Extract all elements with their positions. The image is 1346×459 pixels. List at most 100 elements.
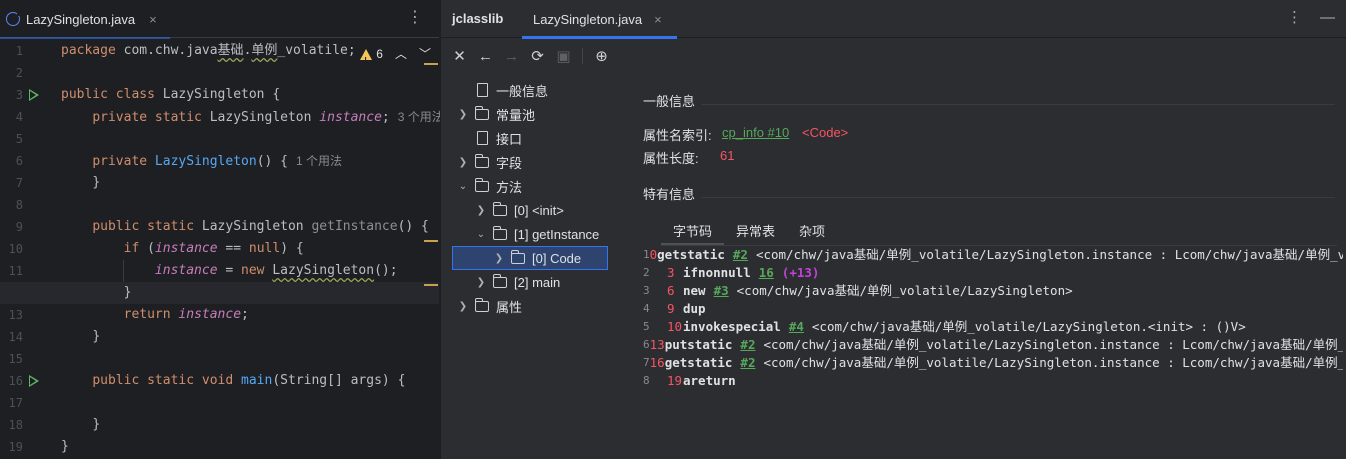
tree-item-fields[interactable]: ❯ 字段 [458,150,522,174]
bytecode-row: 7 16 getstatic #2 <com/chw/java基础/单例_volatil… [643,354,1343,372]
code-line: } [92,417,101,432]
warning-marker[interactable] [424,240,438,242]
folder-icon [492,273,507,288]
back-arrow-icon[interactable]: ← [478,49,493,64]
more-options-icon[interactable]: ⋮ [407,10,423,26]
code-line: instance = new LazySingleton(); [154,263,398,278]
bytecode-row: 8 19 areturn [643,373,736,388]
constant-pool-link[interactable]: #2 [740,354,755,372]
code-line: } [92,175,101,190]
chevron-right-icon[interactable]: ❯ [458,301,468,312]
globe-icon[interactable]: ⊕ [594,49,609,64]
line-number: 15 [8,352,23,366]
folder-icon [474,153,489,168]
warning-icon [360,48,373,72]
code-editor[interactable]: LazySingleton.java × ⋮ 1 2 3 4 5 6 7 8 9… [0,0,444,459]
code-line: package com.chw.java基础.单例_volatile; 6︿﹀ [61,40,439,72]
name-index-value: <Code> [802,125,849,140]
chevron-down-icon[interactable]: ⌄ [458,181,468,192]
usage-hint[interactable]: 1 个用法 [296,154,342,168]
bytecode-subtabs: 字节码 异常表 杂项 [661,222,837,246]
bytecode-row: 4 9 dup [643,301,706,316]
code-line: if (instance == null) { [123,241,304,256]
forward-arrow-icon[interactable]: → [504,49,519,64]
line-number: 9 [15,220,23,234]
refresh-icon[interactable]: ⟳ [530,49,545,64]
warning-marker[interactable] [424,63,438,65]
line-number: 3 [0,84,50,106]
line-number: 11 [8,264,23,278]
tree-item-code-selected[interactable]: ❯ [0] Code [452,246,608,270]
minimize-icon[interactable]: — [1320,10,1335,26]
line-number-gutter: 1 2 3 4 5 6 7 8 9 10 11 12 13 14 15 16 1… [0,40,50,458]
jump-target-link[interactable]: 16 [759,264,774,282]
toolbar-separator [582,48,583,64]
chevron-right-icon[interactable]: ❯ [476,277,486,288]
tree-item-interfaces[interactable]: 接口 [458,126,522,150]
tree-item-methods[interactable]: ⌄ 方法 [458,174,522,198]
warning-marker[interactable] [424,284,438,286]
code-line: private static LazySingleton instance; 3 … [92,110,444,125]
line-number: 6 [15,154,23,168]
tool-window-title: jclasslib [452,11,504,26]
code-line: public static void main(String[] args) { [92,373,406,388]
tree-item-attributes[interactable]: ❯ 属性 [458,294,522,318]
chevron-right-icon[interactable]: ❯ [476,205,486,216]
name-index-label: 属性名索引: [643,128,712,143]
line-number: 18 [8,418,23,432]
line-number: 8 [15,198,23,212]
folder-icon [492,201,507,216]
document-icon [477,83,488,97]
line-number: 17 [8,396,23,410]
editor-tab-bar: LazySingleton.java × ⋮ [0,0,439,39]
run-icon[interactable] [29,89,39,101]
tab-misc[interactable]: 杂项 [787,222,837,246]
folder-icon [510,249,525,264]
editor-tab-lazysingleton[interactable]: LazySingleton.java × [0,0,170,39]
run-icon[interactable] [29,375,39,387]
line-number: 10 [8,242,23,256]
tab-exception-table[interactable]: 异常表 [724,222,787,246]
tree-item-general-info[interactable]: 一般信息 [458,78,548,102]
general-info-title: 一般信息 [643,94,696,109]
folder-icon [474,177,489,192]
tree-item-method-main[interactable]: ❯ [2] main [476,270,560,294]
save-icon[interactable]: ▣ [556,49,571,64]
tab-underline [0,37,170,39]
tab-bytecode[interactable]: 字节码 [661,222,725,246]
chevron-right-icon[interactable]: ❯ [494,253,504,264]
specific-info-title: 特有信息 [643,187,696,202]
bytecode-listing[interactable]: 1 0 getstatic #2 <com/chw/java基础/单例_volatile… [643,246,1343,390]
code-area[interactable]: package com.chw.java基础.单例_volatile; 6︿﹀ … [0,40,444,458]
close-icon[interactable]: × [149,12,157,27]
constant-pool-link[interactable]: #3 [714,282,729,300]
chevron-down-icon[interactable]: ⌄ [476,229,486,240]
section-divider [701,197,1335,198]
chevron-right-icon[interactable]: ❯ [458,109,468,120]
close-icon[interactable]: ✕ [452,49,467,64]
constant-pool-link[interactable]: #2 [740,336,755,354]
close-icon[interactable]: × [654,12,662,27]
name-index-link[interactable]: cp_info #10 [722,125,789,140]
constant-pool-link[interactable]: #4 [789,318,804,336]
tree-item-method-init[interactable]: ❯ [0] <init> [476,198,564,222]
length-value: 61 [720,148,735,163]
bytecode-row: 6 13 putstatic #2 <com/chw/java基础/单例_volatil… [643,336,1343,354]
jclasslib-tab-label: LazySingleton.java [533,11,643,27]
constant-pool-link[interactable]: #2 [733,246,748,264]
line-number: 5 [15,132,23,146]
usage-hint[interactable]: 3 个用法 [398,110,444,124]
chevron-right-icon[interactable]: ❯ [458,157,468,168]
code-line: public static LazySingleton getInstance(… [92,219,429,234]
more-options-icon[interactable]: ⋮ [1287,10,1302,26]
folder-icon [474,297,489,312]
code-line: private LazySingleton() {1 个用法 [92,154,343,169]
jclasslib-tab-bar: jclasslib LazySingleton.java × ⋮ — [441,0,1346,39]
tree-item-method-getinstance[interactable]: ⌄ [1] getInstance [476,222,599,246]
bytecode-row: 5 10 invokespecial #4 <com/chw/java基础/单例_vol… [643,318,1246,336]
tree-item-constant-pool[interactable]: ❯ 常量池 [458,102,535,126]
bytecode-row: 2 3 ifnonnull 16 (+13) [643,264,820,282]
jclasslib-tab-lazysingleton[interactable]: LazySingleton.java × [522,0,677,39]
